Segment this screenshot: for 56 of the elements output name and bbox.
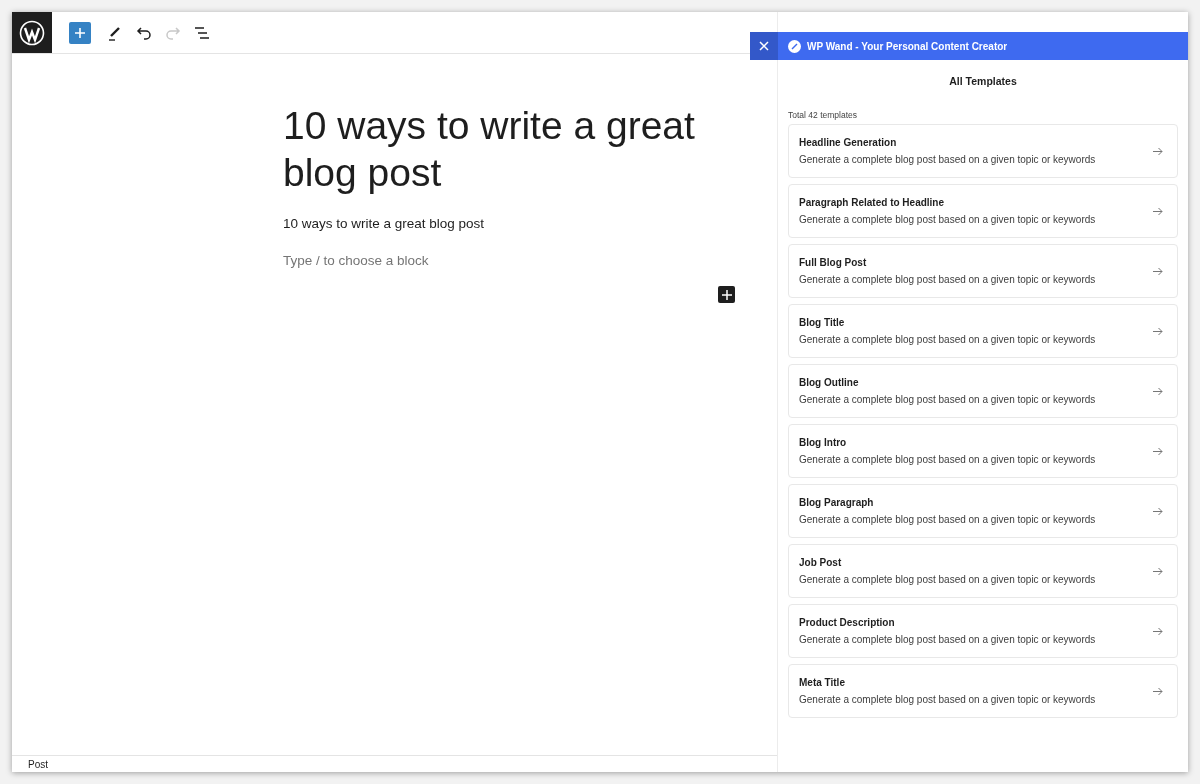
list-view-icon[interactable]	[194, 25, 210, 40]
template-title: Blog Title	[799, 317, 846, 328]
template-title: Headline Generation	[799, 137, 898, 148]
template-description: Generate a complete blog post based on a given topic or keywords	[799, 574, 1097, 585]
template-title: Meta Title	[799, 677, 846, 688]
template-description: Generate a complete blog post based on a given topic or keywords	[799, 274, 1097, 285]
arrow-right-icon	[1153, 446, 1163, 456]
template-card[interactable]: Paragraph Related to Headline Generate a complete blog post based on a given topic or keywords	[788, 184, 1178, 238]
post-title[interactable]: 10 ways to write a great blog post	[283, 102, 743, 196]
arrow-right-icon	[1153, 326, 1163, 336]
template-card[interactable]: Blog Intro Generate a complete blog post based on a given topic or keywords	[788, 424, 1178, 478]
template-title: Product Description	[799, 617, 896, 628]
arrow-right-icon	[1153, 686, 1163, 696]
wordpress-logo-icon[interactable]	[12, 12, 52, 53]
plugin-title: WP Wand - Your Personal Content Creator	[807, 40, 1008, 52]
template-title: Job Post	[799, 557, 843, 568]
template-card[interactable]: Blog Paragraph Generate a complete blog post based on a given topic or keywords	[788, 484, 1178, 538]
plus-icon	[74, 26, 86, 39]
template-description: Generate a complete blog post based on a given topic or keywords	[799, 394, 1097, 405]
arrow-right-icon	[1153, 626, 1163, 636]
template-card[interactable]: Headline Generation Generate a complete blog post based on a given topic or keywords	[788, 124, 1178, 178]
template-card[interactable]: Meta Title Generate a complete blog post based on a given topic or keywords	[788, 664, 1178, 718]
template-title: Blog Outline	[799, 377, 860, 388]
template-description: Generate a complete blog post based on a given topic or keywords	[799, 694, 1097, 705]
add-block-button[interactable]	[718, 286, 735, 303]
arrow-right-icon	[1153, 206, 1163, 216]
close-button[interactable]	[750, 32, 778, 60]
arrow-right-icon	[1153, 146, 1163, 156]
template-title: Full Blog Post	[799, 257, 868, 268]
template-description: Generate a complete blog post based on a given topic or keywords	[799, 634, 1097, 645]
template-description: Generate a complete blog post based on a given topic or keywords	[799, 154, 1097, 165]
arrow-right-icon	[1153, 266, 1163, 276]
template-title: Paragraph Related to Headline	[799, 197, 946, 208]
template-description: Generate a complete blog post based on a given topic or keywords	[799, 334, 1097, 345]
arrow-right-icon	[1153, 386, 1163, 396]
arrow-right-icon	[1153, 566, 1163, 576]
template-description: Generate a complete blog post based on a given topic or keywords	[799, 454, 1097, 465]
plus-icon	[721, 289, 732, 300]
template-title: Blog Intro	[799, 437, 848, 448]
pen-icon[interactable]	[107, 24, 123, 41]
template-description: Generate a complete blog post based on a given topic or keywords	[799, 514, 1097, 525]
template-title: Blog Paragraph	[799, 497, 875, 508]
breadcrumb-link[interactable]: Post	[28, 758, 48, 770]
paragraph-text[interactable]: 10 ways to write a great blog post	[283, 216, 743, 231]
template-description: Generate a complete blog post based on a given topic or keywords	[799, 214, 1097, 225]
templates-heading: All Templates	[948, 75, 1018, 87]
template-card[interactable]: Full Blog Post Generate a complete blog post based on a given topic or keywords	[788, 244, 1178, 298]
wand-logo-icon	[788, 39, 801, 53]
template-card[interactable]: Product Description Generate a complete blog post based on a given topic or keywords	[788, 604, 1178, 658]
template-count: Total 42 templates	[788, 110, 858, 120]
template-card[interactable]: Blog Title Generate a complete blog post based on a given topic or keywords	[788, 304, 1178, 358]
close-icon	[759, 41, 769, 51]
template-card[interactable]: Job Post Generate a complete blog post based on a given topic or keywords	[788, 544, 1178, 598]
arrow-right-icon	[1153, 506, 1163, 516]
undo-icon[interactable]	[136, 25, 152, 40]
template-card[interactable]: Blog Outline Generate a complete blog post based on a given topic or keywords	[788, 364, 1178, 418]
